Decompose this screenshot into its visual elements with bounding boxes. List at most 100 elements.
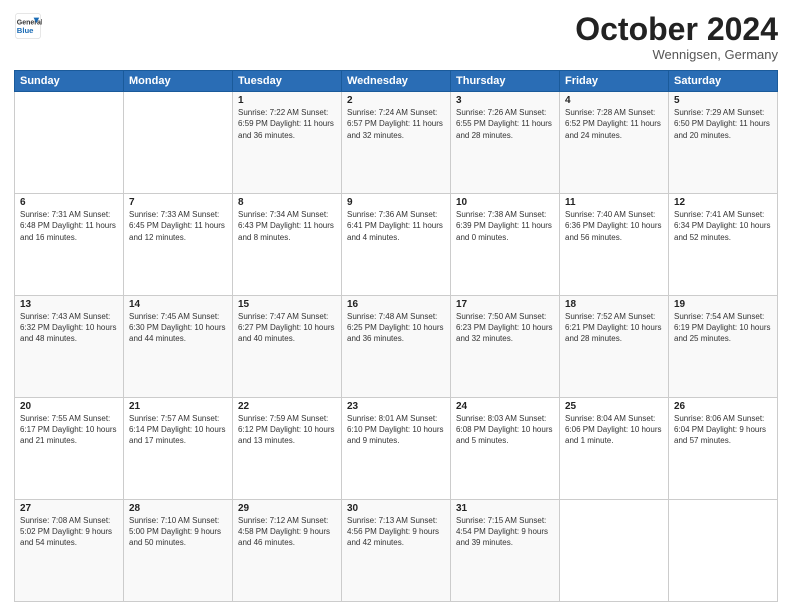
day-cell: 9Sunrise: 7:36 AM Sunset: 6:41 PM Daylig… [342,194,451,296]
day-info: Sunrise: 7:57 AM Sunset: 6:14 PM Dayligh… [129,413,227,447]
day-number: 23 [347,401,445,412]
day-number: 17 [456,299,554,310]
day-cell: 24Sunrise: 8:03 AM Sunset: 6:08 PM Dayli… [451,398,560,500]
day-info: Sunrise: 7:22 AM Sunset: 6:59 PM Dayligh… [238,107,336,141]
day-cell: 21Sunrise: 7:57 AM Sunset: 6:14 PM Dayli… [124,398,233,500]
day-number: 27 [20,503,118,514]
day-info: Sunrise: 7:12 AM Sunset: 4:58 PM Dayligh… [238,515,336,549]
day-number: 11 [565,197,663,208]
weekday-tuesday: Tuesday [233,71,342,92]
week-row-4: 20Sunrise: 7:55 AM Sunset: 6:17 PM Dayli… [15,398,778,500]
day-info: Sunrise: 7:24 AM Sunset: 6:57 PM Dayligh… [347,107,445,141]
svg-text:Blue: Blue [17,26,34,35]
day-cell: 22Sunrise: 7:59 AM Sunset: 6:12 PM Dayli… [233,398,342,500]
day-cell: 19Sunrise: 7:54 AM Sunset: 6:19 PM Dayli… [669,296,778,398]
day-info: Sunrise: 8:01 AM Sunset: 6:10 PM Dayligh… [347,413,445,447]
weekday-saturday: Saturday [669,71,778,92]
day-number: 31 [456,503,554,514]
day-number: 13 [20,299,118,310]
day-info: Sunrise: 7:13 AM Sunset: 4:56 PM Dayligh… [347,515,445,549]
day-info: Sunrise: 7:34 AM Sunset: 6:43 PM Dayligh… [238,209,336,243]
day-cell: 16Sunrise: 7:48 AM Sunset: 6:25 PM Dayli… [342,296,451,398]
day-cell: 15Sunrise: 7:47 AM Sunset: 6:27 PM Dayli… [233,296,342,398]
day-number: 12 [674,197,772,208]
day-cell: 23Sunrise: 8:01 AM Sunset: 6:10 PM Dayli… [342,398,451,500]
weekday-header-row: SundayMondayTuesdayWednesdayThursdayFrid… [15,71,778,92]
weekday-monday: Monday [124,71,233,92]
day-info: Sunrise: 7:31 AM Sunset: 6:48 PM Dayligh… [20,209,118,243]
day-cell: 28Sunrise: 7:10 AM Sunset: 5:00 PM Dayli… [124,500,233,602]
day-cell: 18Sunrise: 7:52 AM Sunset: 6:21 PM Dayli… [560,296,669,398]
day-cell [15,92,124,194]
day-cell [560,500,669,602]
day-info: Sunrise: 7:38 AM Sunset: 6:39 PM Dayligh… [456,209,554,243]
calendar-table: SundayMondayTuesdayWednesdayThursdayFrid… [14,70,778,602]
day-cell: 30Sunrise: 7:13 AM Sunset: 4:56 PM Dayli… [342,500,451,602]
day-info: Sunrise: 7:10 AM Sunset: 5:00 PM Dayligh… [129,515,227,549]
day-info: Sunrise: 7:54 AM Sunset: 6:19 PM Dayligh… [674,311,772,345]
day-info: Sunrise: 7:52 AM Sunset: 6:21 PM Dayligh… [565,311,663,345]
day-number: 26 [674,401,772,412]
day-info: Sunrise: 7:43 AM Sunset: 6:32 PM Dayligh… [20,311,118,345]
title-block: October 2024 Wennigsen, Germany [575,12,778,62]
day-number: 20 [20,401,118,412]
day-number: 1 [238,95,336,106]
day-number: 29 [238,503,336,514]
day-info: Sunrise: 7:15 AM Sunset: 4:54 PM Dayligh… [456,515,554,549]
day-info: Sunrise: 7:28 AM Sunset: 6:52 PM Dayligh… [565,107,663,141]
day-number: 3 [456,95,554,106]
day-cell: 26Sunrise: 8:06 AM Sunset: 6:04 PM Dayli… [669,398,778,500]
day-info: Sunrise: 7:08 AM Sunset: 5:02 PM Dayligh… [20,515,118,549]
day-cell [669,500,778,602]
day-number: 9 [347,197,445,208]
day-number: 14 [129,299,227,310]
day-number: 4 [565,95,663,106]
day-number: 5 [674,95,772,106]
day-info: Sunrise: 7:48 AM Sunset: 6:25 PM Dayligh… [347,311,445,345]
weekday-thursday: Thursday [451,71,560,92]
day-cell: 14Sunrise: 7:45 AM Sunset: 6:30 PM Dayli… [124,296,233,398]
day-number: 10 [456,197,554,208]
day-cell: 12Sunrise: 7:41 AM Sunset: 6:34 PM Dayli… [669,194,778,296]
day-info: Sunrise: 7:33 AM Sunset: 6:45 PM Dayligh… [129,209,227,243]
day-number: 28 [129,503,227,514]
header: General Blue October 2024 Wennigsen, Ger… [14,12,778,62]
day-cell: 1Sunrise: 7:22 AM Sunset: 6:59 PM Daylig… [233,92,342,194]
day-cell: 13Sunrise: 7:43 AM Sunset: 6:32 PM Dayli… [15,296,124,398]
day-info: Sunrise: 7:41 AM Sunset: 6:34 PM Dayligh… [674,209,772,243]
week-row-2: 6Sunrise: 7:31 AM Sunset: 6:48 PM Daylig… [15,194,778,296]
day-info: Sunrise: 7:29 AM Sunset: 6:50 PM Dayligh… [674,107,772,141]
day-cell: 29Sunrise: 7:12 AM Sunset: 4:58 PM Dayli… [233,500,342,602]
day-number: 6 [20,197,118,208]
logo-icon: General Blue [14,12,42,40]
day-info: Sunrise: 7:50 AM Sunset: 6:23 PM Dayligh… [456,311,554,345]
day-cell [124,92,233,194]
day-number: 15 [238,299,336,310]
day-number: 24 [456,401,554,412]
day-cell: 20Sunrise: 7:55 AM Sunset: 6:17 PM Dayli… [15,398,124,500]
day-info: Sunrise: 7:59 AM Sunset: 6:12 PM Dayligh… [238,413,336,447]
day-cell: 25Sunrise: 8:04 AM Sunset: 6:06 PM Dayli… [560,398,669,500]
week-row-1: 1Sunrise: 7:22 AM Sunset: 6:59 PM Daylig… [15,92,778,194]
day-cell: 10Sunrise: 7:38 AM Sunset: 6:39 PM Dayli… [451,194,560,296]
week-row-5: 27Sunrise: 7:08 AM Sunset: 5:02 PM Dayli… [15,500,778,602]
day-cell: 31Sunrise: 7:15 AM Sunset: 4:54 PM Dayli… [451,500,560,602]
day-cell: 7Sunrise: 7:33 AM Sunset: 6:45 PM Daylig… [124,194,233,296]
day-number: 7 [129,197,227,208]
day-cell: 8Sunrise: 7:34 AM Sunset: 6:43 PM Daylig… [233,194,342,296]
day-cell: 6Sunrise: 7:31 AM Sunset: 6:48 PM Daylig… [15,194,124,296]
day-cell: 27Sunrise: 7:08 AM Sunset: 5:02 PM Dayli… [15,500,124,602]
day-info: Sunrise: 7:40 AM Sunset: 6:36 PM Dayligh… [565,209,663,243]
weekday-wednesday: Wednesday [342,71,451,92]
day-number: 25 [565,401,663,412]
logo: General Blue [14,12,46,40]
day-cell: 5Sunrise: 7:29 AM Sunset: 6:50 PM Daylig… [669,92,778,194]
day-number: 2 [347,95,445,106]
weekday-sunday: Sunday [15,71,124,92]
day-cell: 11Sunrise: 7:40 AM Sunset: 6:36 PM Dayli… [560,194,669,296]
day-cell: 3Sunrise: 7:26 AM Sunset: 6:55 PM Daylig… [451,92,560,194]
day-info: Sunrise: 7:55 AM Sunset: 6:17 PM Dayligh… [20,413,118,447]
calendar-body: 1Sunrise: 7:22 AM Sunset: 6:59 PM Daylig… [15,92,778,602]
day-number: 18 [565,299,663,310]
day-number: 16 [347,299,445,310]
